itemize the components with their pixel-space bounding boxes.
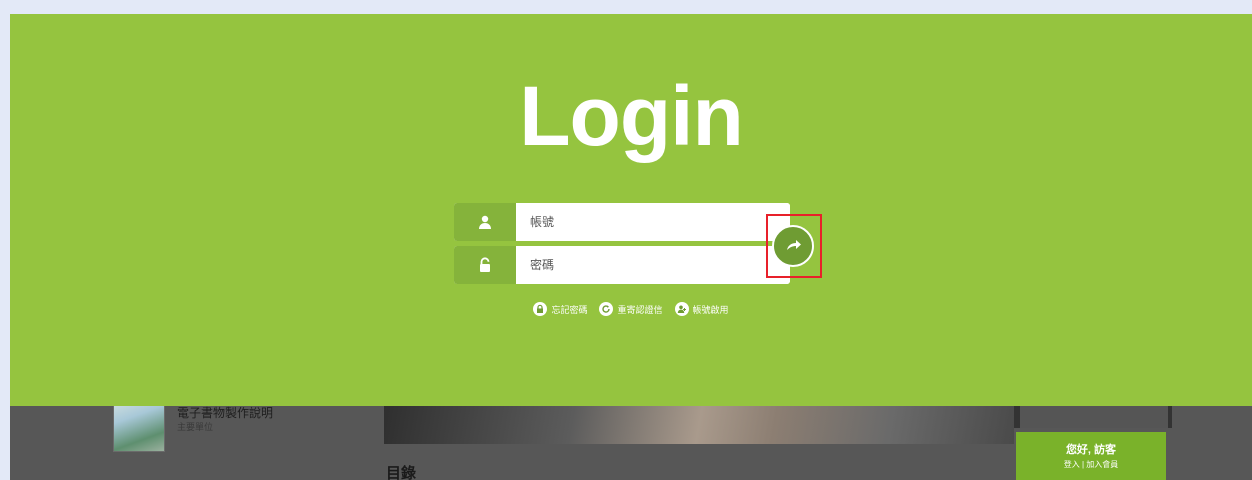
forgot-password-link[interactable]: 忘記密碼 [533, 302, 587, 316]
hero-banner [384, 404, 1014, 444]
section-heading-text: 目錄 [386, 465, 417, 480]
password-field [454, 246, 790, 284]
page-frame: 電子書物製作說明 主要單位 目錄 Login 帳號 忘記密碼 重寄認證信 帳號啟… [10, 14, 1252, 480]
user-plus-icon [674, 302, 689, 316]
account-links: 忘記密碼 重寄認證信 帳號啟用 [10, 302, 1252, 316]
login-title: Login [519, 69, 744, 163]
section-heading: 目錄 [386, 462, 416, 480]
password-input[interactable] [516, 246, 790, 284]
login-overlay: Login 忘記密碼 [10, 14, 1252, 406]
guest-greeting: 您好, 訪客 [1065, 444, 1117, 456]
guest-actions: 登入 | 加入會員 [1016, 459, 1166, 470]
refresh-icon [599, 302, 614, 316]
guest-panel: 您好, 訪客 登入 | 加入會員 [1016, 432, 1166, 480]
activate-account-label: 帳號啟用 [692, 305, 729, 316]
guest-login-link[interactable]: 登入 [1064, 460, 1080, 469]
account-field [454, 203, 790, 241]
ebook-title[interactable]: 電子書物製作說明 [177, 404, 273, 421]
activate-account-link[interactable]: 帳號啟用 [674, 302, 729, 316]
lock-small-icon [533, 302, 548, 316]
ebook-subtitle: 主要單位 [177, 422, 214, 432]
arrow-right-icon [787, 240, 801, 250]
forgot-password-label: 忘記密碼 [551, 305, 588, 316]
resend-verification-label: 重寄認證信 [617, 305, 663, 316]
account-input[interactable] [516, 203, 790, 241]
submit-button[interactable] [772, 225, 814, 267]
guest-join-link[interactable]: 加入會員 [1086, 460, 1118, 469]
guest-separator: | [1081, 460, 1085, 469]
resend-verification-link[interactable]: 重寄認證信 [599, 302, 663, 316]
side-panel [1014, 404, 1172, 428]
lock-icon [454, 246, 516, 284]
user-icon [454, 203, 516, 241]
